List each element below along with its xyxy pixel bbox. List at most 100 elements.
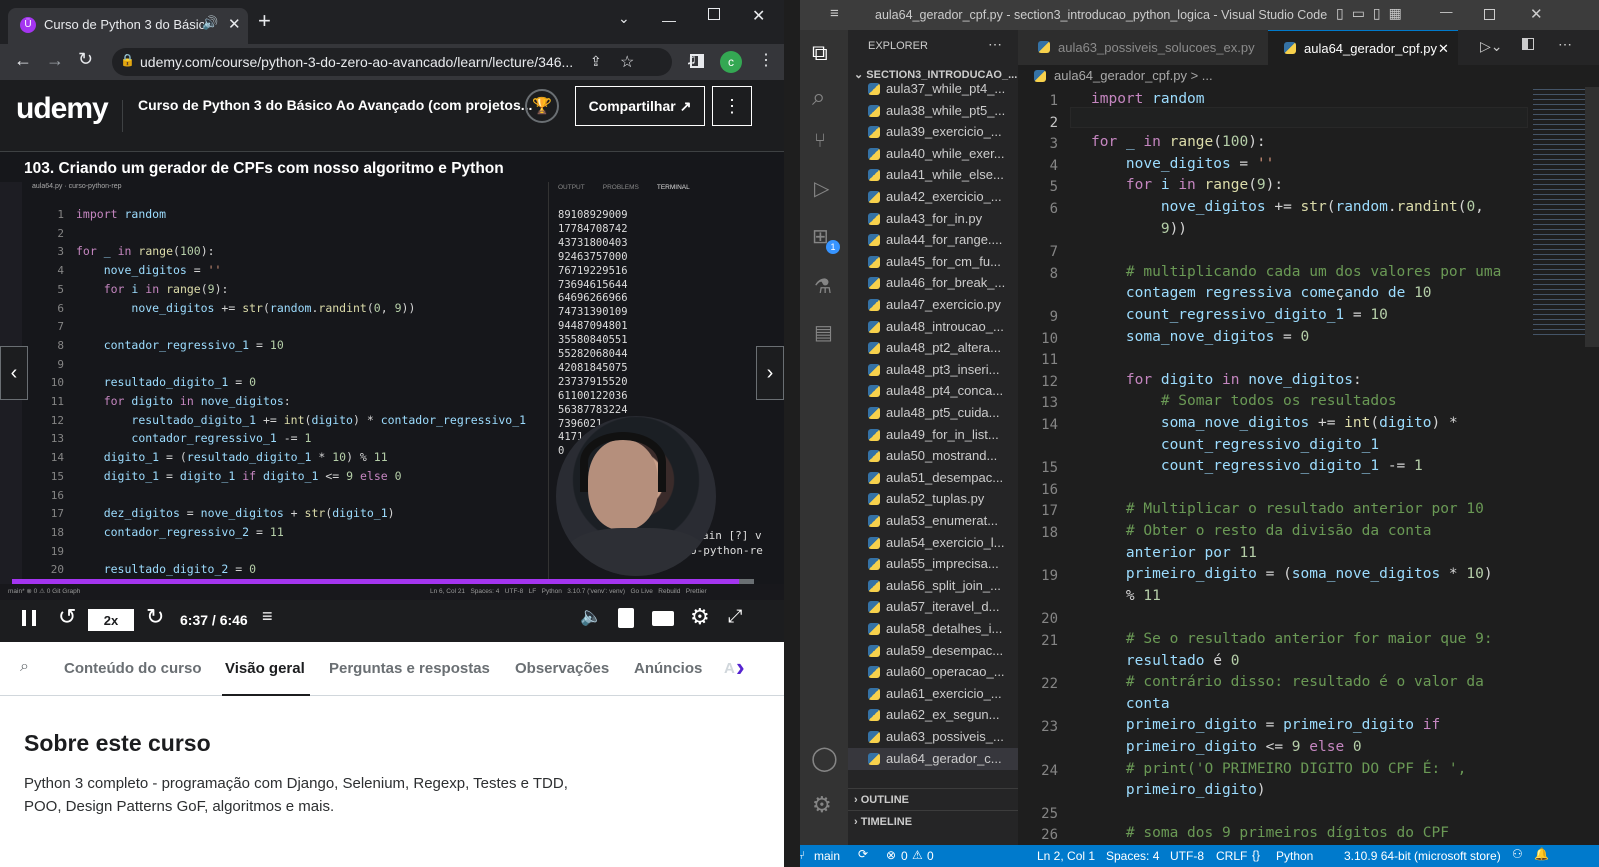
file-item[interactable]: aula52_tuplas.py	[848, 488, 1018, 510]
explorer-icon[interactable]: ⧉	[812, 40, 828, 66]
forward-icon[interactable]: ↻	[146, 604, 164, 630]
file-item[interactable]: aula60_operacao_...	[848, 661, 1018, 683]
profile-avatar[interactable]: c	[720, 51, 742, 73]
editor-tab-aula64[interactable]: aula64_gerador_cpf.py ✕	[1268, 30, 1458, 65]
branch-name[interactable]: main	[814, 849, 840, 863]
file-item[interactable]: aula55_imprecisa...	[848, 553, 1018, 575]
editor-scrollbar[interactable]	[1585, 87, 1599, 347]
outline-section[interactable]: › OUTLINE	[848, 788, 1018, 810]
code-area[interactable]: 1 import random 2 3 for _ in range(100): 4 no…	[1018, 85, 1528, 845]
sidepanel-icon[interactable]	[690, 54, 704, 68]
file-item[interactable]: aula51_desempac...	[848, 467, 1018, 489]
notes-icon[interactable]: ≡	[262, 606, 273, 627]
file-item[interactable]: aula48_pt5_cuida...	[848, 402, 1018, 424]
file-item[interactable]: aula58_detalhes_i...	[848, 618, 1018, 640]
tab-observacoes[interactable]: Observações	[515, 642, 609, 696]
course-title[interactable]: Curso de Python 3 do Básico Ao Avançado …	[138, 97, 532, 113]
timeline-section[interactable]: › TIMELINE	[848, 810, 1018, 832]
file-item[interactable]: aula38_while_pt5_...	[848, 100, 1018, 122]
back-icon[interactable]: ←	[14, 50, 32, 71]
line-ending[interactable]: CRLF	[1216, 849, 1247, 863]
share-button[interactable]: Compartilhar ↗	[575, 86, 705, 126]
speaker-icon[interactable]: 🔊	[202, 15, 218, 31]
share-icon[interactable]: ⇪	[590, 53, 602, 70]
tab-conteudo[interactable]: Conteúdo do curso	[64, 642, 202, 696]
close-tab-icon[interactable]: ✕	[1438, 31, 1449, 66]
prev-lecture-button[interactable]: ‹	[0, 346, 28, 400]
file-item[interactable]: aula49_for_in_list...	[848, 424, 1018, 446]
explorer-more-icon[interactable]: ⋯	[988, 36, 1002, 53]
udemy-logo[interactable]: udemy	[16, 92, 109, 126]
volume-icon[interactable]: 🔈	[580, 606, 602, 627]
sync-icon[interactable]: ⟳	[858, 847, 868, 861]
cursor-position[interactable]: Ln 2, Col 1	[1037, 849, 1095, 863]
minimize-icon[interactable]: —	[662, 12, 676, 28]
menu-icon[interactable]: ≡	[830, 5, 839, 22]
remote-explorer-icon[interactable]: ▤	[814, 320, 833, 345]
bookmark-star-icon[interactable]: ☆	[620, 52, 634, 72]
errors-icon[interactable]: ⊗	[886, 848, 896, 862]
tab-visao-geral[interactable]: Visão geral	[222, 642, 310, 696]
more-button[interactable]: ⋮	[712, 86, 752, 126]
search-icon[interactable]: ⌕	[812, 84, 825, 112]
tabs-next-chevron-icon[interactable]: ›	[736, 652, 745, 683]
reload-icon[interactable]: ↻	[78, 49, 93, 70]
notifications-bell-icon[interactable]: 🔔	[1534, 847, 1549, 861]
run-debug-icon[interactable]: ▷	[814, 176, 829, 201]
interpreter[interactable]: 3.10.9 64-bit (microsoft store)	[1344, 849, 1501, 863]
file-item[interactable]: aula57_iteravel_d...	[848, 596, 1018, 618]
captions-icon[interactable]	[652, 611, 674, 626]
tab-overflow[interactable]: A	[724, 642, 735, 696]
file-item[interactable]: aula63_possiveis_...	[848, 726, 1018, 748]
next-lecture-button[interactable]: ›	[756, 346, 784, 400]
close-tab-icon[interactable]: ✕	[228, 15, 241, 33]
file-item[interactable]: aula59_desempac...	[848, 640, 1018, 662]
encoding[interactable]: UTF-8	[1170, 849, 1204, 863]
warning-count[interactable]: 0	[927, 849, 934, 863]
playback-speed[interactable]: 2x	[88, 609, 134, 631]
file-item[interactable]: aula41_while_else...	[848, 164, 1018, 186]
file-item[interactable]: aula64_gerador_c...	[848, 747, 1018, 770]
file-item[interactable]: aula48_pt2_altera...	[848, 337, 1018, 359]
file-item[interactable]: aula48_introucao_...	[848, 316, 1018, 338]
file-item[interactable]: aula47_exercicio.py	[848, 294, 1018, 316]
browser-tab[interactable]: Ü Curso de Python 3 do Básico 🔊 ✕	[8, 8, 248, 44]
tab-anuncios[interactable]: Anúncios	[634, 642, 702, 696]
trophy-icon[interactable]: 🏆	[525, 89, 559, 123]
new-tab-button[interactable]: +	[258, 10, 271, 32]
run-file-icon[interactable]: ▷⌄	[1480, 38, 1503, 55]
file-item[interactable]: aula62_ex_segun...	[848, 704, 1018, 726]
address-bar[interactable]: 🔒 udemy.com/course/python-3-do-zero-ao-a…	[112, 48, 672, 76]
maximize-icon[interactable]	[708, 8, 720, 20]
branch-icon[interactable]: ⑂	[800, 848, 805, 862]
search-icon[interactable]: ⌕	[20, 658, 29, 676]
manage-gear-icon[interactable]: ⚙	[812, 792, 832, 818]
settings-gear-icon[interactable]: ⚙	[690, 604, 710, 630]
language-mode[interactable]: Python	[1276, 849, 1313, 863]
video-player[interactable]: 103. Criando um gerador de CPFs com noss…	[0, 152, 784, 642]
file-item[interactable]: aula43_for_in.py	[848, 208, 1018, 230]
pause-icon[interactable]	[22, 610, 36, 626]
file-item[interactable]: aula54_exercicio_l...	[848, 532, 1018, 554]
tab-perguntas[interactable]: Perguntas e respostas	[329, 642, 490, 696]
file-item[interactable]: aula42_exercicio_...	[848, 186, 1018, 208]
file-item[interactable]: aula61_exercicio_...	[848, 683, 1018, 705]
forward-icon[interactable]: →	[46, 50, 64, 71]
account-icon[interactable]: ◯	[811, 744, 838, 773]
file-item[interactable]: aula46_for_break_...	[848, 272, 1018, 294]
tab-search-icon[interactable]: ⌄	[618, 10, 630, 27]
language-braces-icon[interactable]: {}	[1252, 848, 1260, 862]
feedback-icon[interactable]: ⚇	[1512, 847, 1523, 861]
file-item[interactable]: aula56_split_join_...	[848, 575, 1018, 597]
source-control-icon[interactable]: ⑂	[814, 130, 826, 153]
testing-flask-icon[interactable]: ⚗	[814, 274, 832, 299]
editor-tab-aula63[interactable]: aula63_possiveis_solucoes_ex.py	[1018, 30, 1268, 65]
editor-more-icon[interactable]: ⋯	[1558, 36, 1572, 53]
layout-icons[interactable]: ▯▭▯▦	[1336, 5, 1410, 22]
close-window-icon[interactable]: ✕	[752, 6, 765, 26]
transcript-icon[interactable]	[618, 608, 634, 628]
file-item[interactable]: aula48_pt4_conca...	[848, 380, 1018, 402]
file-item[interactable]: aula48_pt3_inseri...	[848, 359, 1018, 381]
fullscreen-icon[interactable]: ⤢	[728, 606, 742, 627]
indentation[interactable]: Spaces: 4	[1106, 849, 1159, 863]
